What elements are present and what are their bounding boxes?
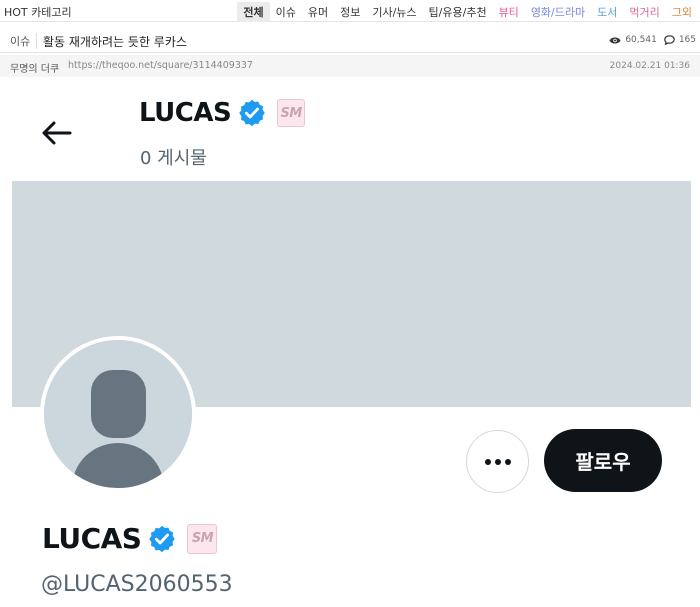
verified-badge-icon [239,99,265,127]
avatar[interactable] [40,336,196,492]
comment-count: 165 [678,35,696,45]
category-tab[interactable]: 도서 [591,2,623,22]
category-tab[interactable]: 정보 [334,2,366,22]
category-tab[interactable]: 영화/드라마 [525,2,591,22]
hot-category-label: HOT 카테고리 [4,6,72,19]
category-tab[interactable]: 팁/유용/추천 [423,2,493,22]
eye-icon [609,37,621,43]
category-tab[interactable]: 이슈 [270,2,302,22]
header-name-text: LUCAS [139,98,232,128]
category-tab[interactable]: 유머 [302,2,334,22]
view-count: 60,541 [625,35,657,45]
category-bar: HOT 카테고리 전체 이슈 유머 정보 기사/뉴스 팁/유용/추천 뷰티 영화/드라마 도서 먹… [0,0,700,22]
back-arrow-icon[interactable] [40,118,74,148]
post-url[interactable]: https://theqoo.net/square/3114409337 [68,60,253,71]
category-tab[interactable]: 전체 [237,2,270,22]
profile-screenshot: LUCAS SM 0 게시물 팔로우 LUCAS SM @LUCAS206055… [0,78,700,607]
category-tab[interactable]: 먹거리 [623,2,665,22]
post-category[interactable]: 이슈 [10,33,38,49]
comment-icon [664,35,675,45]
post-title: 활동 재개하려는 듯한 루카스 [43,35,187,49]
sm-affiliate-badge: SM [187,523,218,554]
category-tab[interactable]: 그외 [666,2,698,22]
post-title-row: 이슈 활동 재개하려는 듯한 루카스 60,541 165 [0,29,700,53]
profile-name-text: LUCAS [42,522,142,555]
category-list: 전체 이슈 유머 정보 기사/뉴스 팁/유용/추천 뷰티 영화/드라마 도서 먹거리 그외 [237,2,698,22]
category-tab[interactable]: 뷰티 [493,2,525,22]
profile-handle: @LUCAS2060553 [41,572,233,597]
post-stats: 60,541 165 [609,35,696,45]
post-author: 무명의 더쿠 [10,64,60,75]
sm-affiliate-badge: SM [277,99,306,127]
more-options-button[interactable] [466,430,529,493]
more-dots-icon [484,458,511,465]
follow-button[interactable]: 팔로우 [544,429,662,492]
post-count: 0 게시물 [140,148,207,169]
post-date: 2024.02.21 01:36 [609,61,690,71]
header-profile-name: LUCAS SM [139,98,306,128]
post-meta-row: 무명의 더쿠 https://theqoo.net/square/3114409… [0,55,700,77]
profile-name: LUCAS SM [42,522,218,555]
category-tab[interactable]: 기사/뉴스 [366,2,422,22]
default-avatar-icon [44,340,192,488]
verified-badge-icon [149,525,176,552]
